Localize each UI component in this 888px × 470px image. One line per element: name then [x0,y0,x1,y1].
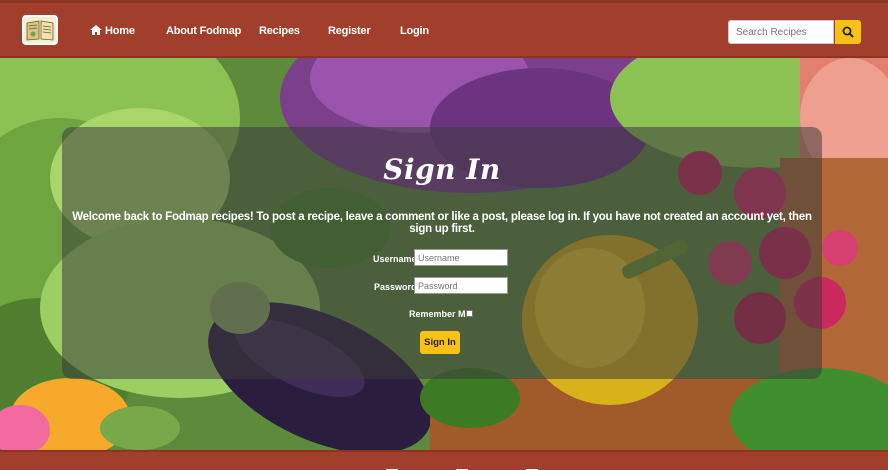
nav-recipes-link[interactable]: Recipes [259,25,300,37]
nav-register-link[interactable]: Register [328,25,371,37]
search-input[interactable] [728,20,834,44]
remember-me-checkbox[interactable] [466,310,473,317]
password-label: Password: [374,282,420,292]
nav-home-label: Home [105,25,135,37]
signin-intro-text: Welcome back to Fodmap recipes! To post … [72,211,812,235]
book-logo-icon[interactable] [22,15,58,45]
signin-button[interactable]: Sign In [420,331,460,354]
username-input[interactable] [414,249,508,266]
signin-card: Sign In Welcome back to Fodmap recipes! … [62,127,822,379]
home-icon [90,25,102,35]
search-button[interactable] [835,20,861,44]
search-icon [842,26,854,38]
navbar: Home About Fodmap Recipes Register Login [0,0,888,58]
nav-about-link[interactable]: About Fodmap [166,25,241,37]
signin-title: Sign In [383,153,501,186]
remember-me-label: Remember Me: [409,309,474,319]
username-label: Username: [373,254,420,264]
footer [0,450,888,470]
nav-home-link[interactable]: Home [90,25,135,37]
nav-login-link[interactable]: Login [400,25,429,37]
password-input[interactable] [414,277,508,294]
